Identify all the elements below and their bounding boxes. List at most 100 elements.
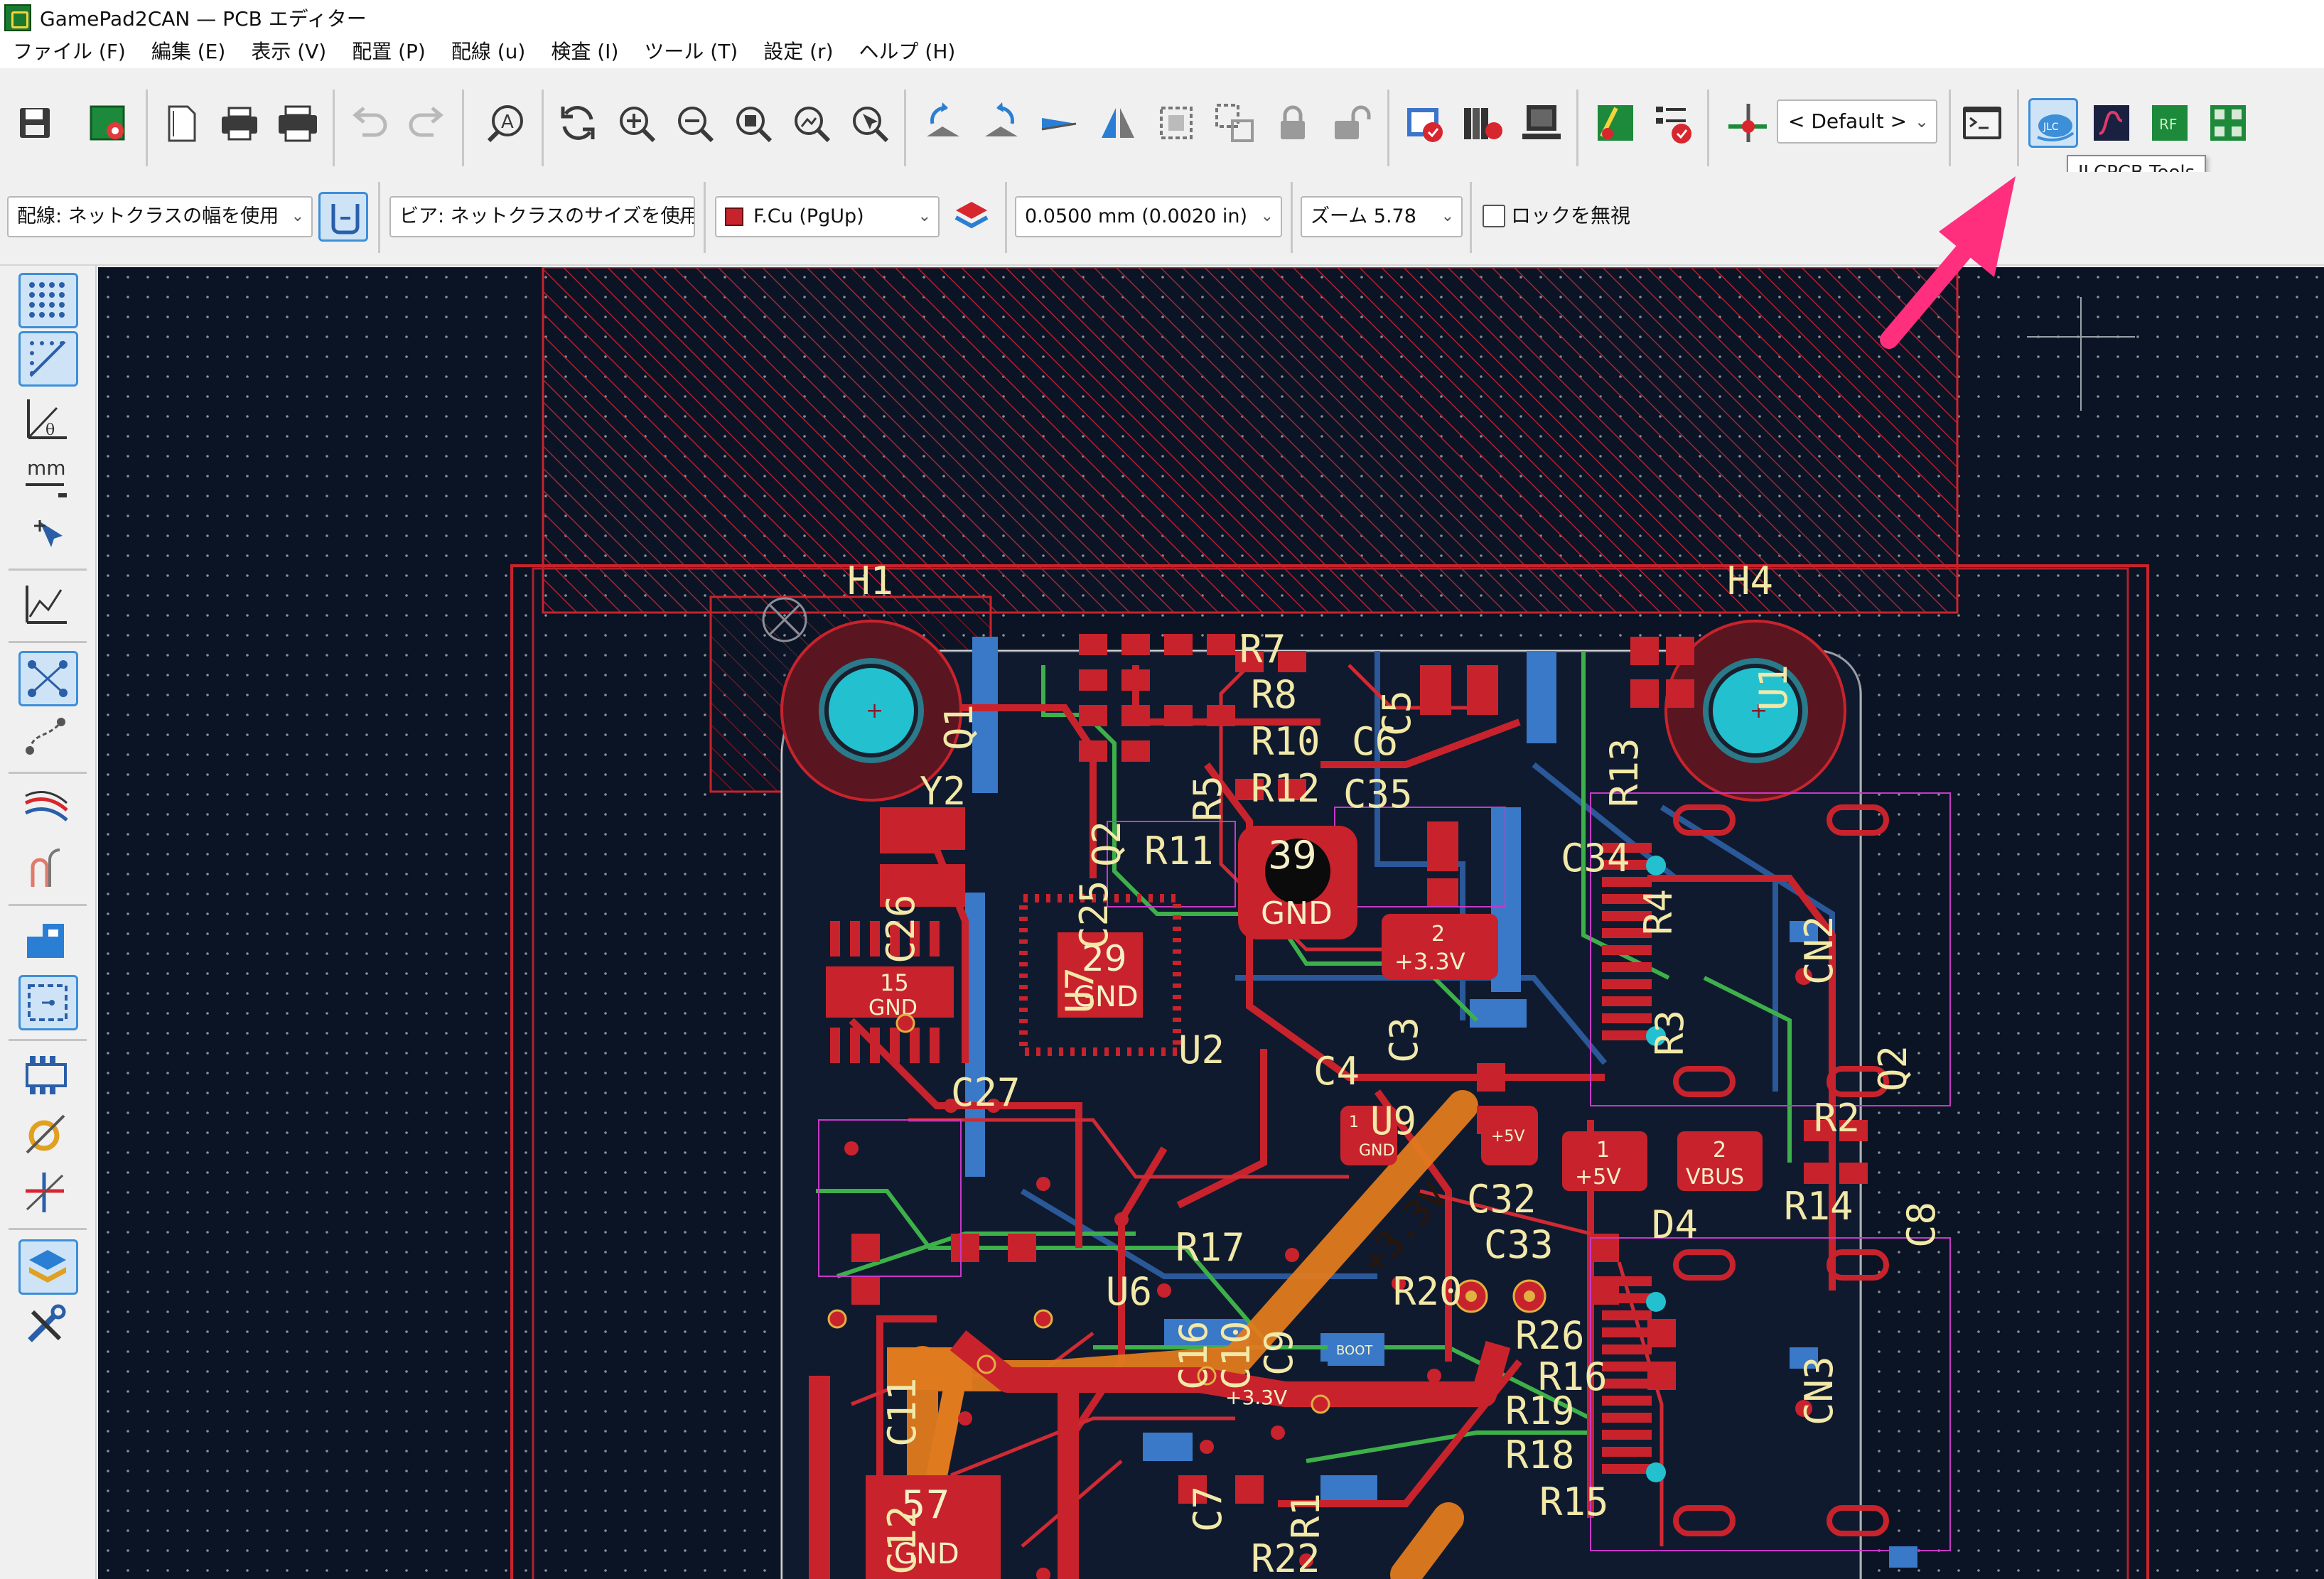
svg-text:A: A <box>501 112 514 133</box>
ref-y2: Y2 <box>920 769 966 814</box>
layers-manager-icon[interactable] <box>18 1239 78 1295</box>
ref-c10: C10 <box>1214 1320 1259 1390</box>
ratsnest-curves-icon[interactable] <box>18 578 78 634</box>
drc-icon[interactable] <box>1400 98 1450 148</box>
ref-r13: R13 <box>1602 738 1647 807</box>
jlcpcb-tools-icon[interactable]: JLC <box>2028 98 2078 148</box>
footprint-wizard-icon[interactable] <box>2203 98 2253 148</box>
pcb-canvas[interactable]: +3.3V + + 29 GND 39 GND 15 GND 57 GND 2 … <box>98 267 2324 1579</box>
ref-r2: R2 <box>1814 1096 1860 1141</box>
rotate-cw-icon[interactable] <box>977 98 1026 148</box>
u9-pad-net: GND <box>1359 1142 1394 1160</box>
unlock-icon[interactable] <box>1326 98 1376 148</box>
menu-tools[interactable]: ツール (T) <box>631 36 751 68</box>
cursor-style-icon[interactable] <box>18 512 78 567</box>
curved-ratsnest-icon[interactable] <box>18 711 78 766</box>
via-display-icon[interactable] <box>18 1109 78 1164</box>
flip-icon[interactable] <box>1035 98 1085 148</box>
menu-inspect[interactable]: 検査 (I) <box>538 36 631 68</box>
track-width-value: 配線: ネットクラスの幅を使用 <box>17 205 279 227</box>
zoom-selection-icon[interactable] <box>844 98 894 148</box>
drc-check-icon[interactable] <box>1649 98 1699 148</box>
netlist-update-icon[interactable] <box>1591 98 1640 148</box>
page-settings-icon[interactable] <box>156 98 206 148</box>
grid-overrides-icon[interactable] <box>18 331 78 387</box>
auto-track-width-icon[interactable] <box>318 192 368 242</box>
ref-r15: R15 <box>1539 1480 1609 1524</box>
print-icon[interactable] <box>215 98 264 148</box>
d4-pad-1: 1 <box>1596 1138 1610 1163</box>
menu-preferences[interactable]: 設定 (r) <box>751 36 846 68</box>
zoom-objects-icon[interactable] <box>786 98 836 148</box>
chevron-down-icon: ⌄ <box>291 208 304 225</box>
find-icon[interactable]: A <box>482 98 532 148</box>
signal-integrity-icon[interactable] <box>2087 98 2136 148</box>
via-size-select[interactable]: ビア: ネットクラスのサイズを使用 ⌄ <box>389 196 695 237</box>
rf-tools-icon[interactable]: RF <box>2145 98 2195 148</box>
ref-c12: C12 <box>880 1505 925 1575</box>
layer-preset-select[interactable]: < Default > ⌄ <box>1777 99 1937 144</box>
redo-icon[interactable] <box>402 98 452 148</box>
annotation-arrow <box>1880 176 2016 349</box>
refresh-icon[interactable] <box>553 98 603 148</box>
plot-icon[interactable] <box>273 98 323 148</box>
ref-q2-top: Q2 <box>1085 821 1129 867</box>
save-icon[interactable] <box>10 98 60 148</box>
menu-view[interactable]: 表示 (V) <box>238 36 339 68</box>
interactive-router-icon[interactable] <box>1723 98 1772 148</box>
zoom-fit-icon[interactable] <box>728 98 778 148</box>
ref-u1: U1 <box>1751 664 1796 711</box>
ref-u6: U6 <box>1106 1269 1152 1314</box>
grid-select[interactable]: 0.0500 mm (0.0020 in) ⌄ <box>1015 196 1282 237</box>
scripting-console-icon[interactable] <box>1957 98 2007 148</box>
override-locks-label: ロックを無視 <box>1511 204 1631 227</box>
menu-help[interactable]: ヘルプ (H) <box>846 36 969 68</box>
chevron-down-icon: ⌄ <box>918 208 931 225</box>
menu-file[interactable]: ファイル (F) <box>0 36 139 68</box>
grid-dots-icon[interactable] <box>18 273 78 328</box>
ref-c3: C3 <box>1382 1017 1426 1063</box>
svg-text:θ: θ <box>45 421 55 439</box>
footprint-pads-icon[interactable] <box>18 1049 78 1104</box>
polar-coords-icon[interactable]: θ <box>18 392 78 448</box>
chevron-down-icon: ⌄ <box>1441 208 1454 225</box>
ref-h4: H4 <box>1727 559 1773 603</box>
track-display-icon[interactable] <box>18 1167 78 1222</box>
undo-icon[interactable] <box>344 98 394 148</box>
board-setup-icon[interactable] <box>84 98 134 148</box>
track-width-select[interactable]: 配線: ネットクラスの幅を使用 ⌄ <box>7 196 313 237</box>
override-locks-checkbox[interactable] <box>1483 205 1505 227</box>
ref-r1: R1 <box>1284 1493 1328 1539</box>
properties-icon[interactable] <box>18 1299 78 1354</box>
track-clearance-icon[interactable] <box>18 841 78 897</box>
menu-place[interactable]: 配置 (P) <box>339 36 439 68</box>
footprint-library-icon[interactable] <box>1458 98 1508 148</box>
ref-cn2: CN2 <box>1797 915 1841 985</box>
zones-fill-icon[interactable] <box>18 915 78 971</box>
ungroup-icon[interactable] <box>1210 98 1259 148</box>
title-bar: GamePad2CAN — PCB エディター <box>0 0 2324 36</box>
ref-cn3: CN3 <box>1797 1356 1841 1426</box>
menu-edit[interactable]: 編集 (E) <box>139 36 238 68</box>
ref-h1: H1 <box>847 559 893 603</box>
layer-select[interactable]: F.Cu (PgUp) ⌄ <box>715 196 940 237</box>
show-ratsnest-icon[interactable] <box>18 651 78 706</box>
menu-route[interactable]: 配線 (u) <box>439 36 539 68</box>
via-size-value: ビア: ネットクラスのサイズを使用 <box>399 205 695 227</box>
group-icon[interactable] <box>1151 98 1201 148</box>
ref-r8: R8 <box>1251 672 1297 717</box>
rotate-ccw-icon[interactable] <box>918 98 968 148</box>
lock-icon[interactable] <box>1268 98 1318 148</box>
zoom-in-icon[interactable] <box>611 98 661 148</box>
footprint-editor-icon[interactable] <box>1517 98 1566 148</box>
units-mm-icon[interactable]: mm <box>18 452 78 507</box>
zoom-out-icon[interactable] <box>669 98 719 148</box>
zoom-select[interactable]: ズーム 5.78 ⌄ <box>1301 196 1463 237</box>
layer-pair-icon[interactable] <box>947 192 996 242</box>
high-contrast-icon[interactable] <box>18 782 78 837</box>
zones-outline-icon[interactable] <box>18 975 78 1030</box>
mirror-icon[interactable] <box>1093 98 1143 148</box>
ref-u9: U9 <box>1370 1099 1416 1143</box>
big-pad-number: 39 <box>1268 833 1317 878</box>
d4-pad-vbus: VBUS <box>1686 1165 1744 1190</box>
